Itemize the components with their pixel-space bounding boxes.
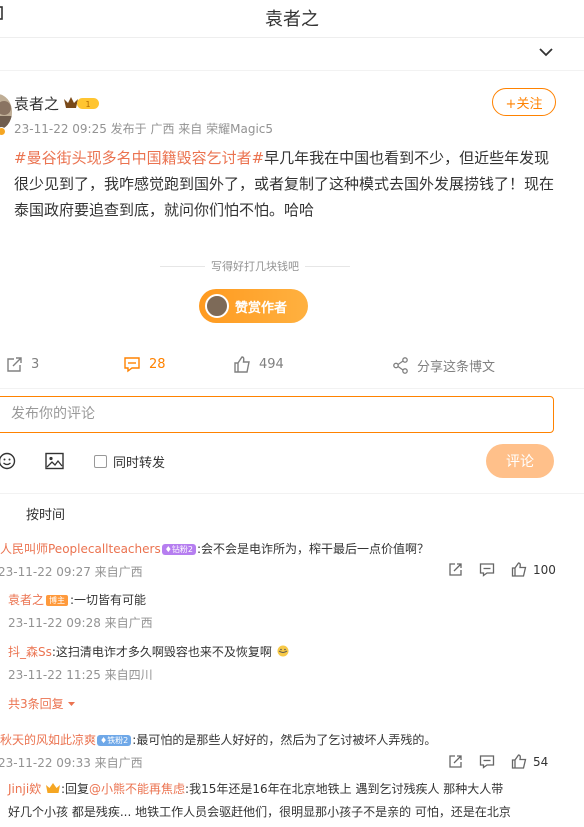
commenter-name[interactable]: 人民叫师Peoplecallteachers xyxy=(0,542,161,556)
more-replies-link[interactable]: 共3条回复 xyxy=(8,695,76,712)
commenter-name[interactable]: 袁者之 xyxy=(8,593,44,607)
reward-prompt-text: 写得好打几块钱吧 xyxy=(211,260,299,273)
comment-text: 人民叫师Peoplecallteachers ♦钻粉2:会不会是电诈所为，榨干最后… xyxy=(0,540,429,557)
sort-by-time-tab[interactable]: 按时间 xyxy=(26,504,65,523)
share-icon xyxy=(393,357,408,374)
like-button[interactable]: 494 xyxy=(233,356,284,373)
reply-text: 抖_森Ss:这扫清电诈才多久啊毁容也来不及恢复啊 xyxy=(8,643,290,660)
divider xyxy=(305,265,350,267)
repost-checkbox-label: 同时转发 xyxy=(113,456,166,471)
reply-meta: 23-11-22 09:28 来自广西 xyxy=(8,616,153,630)
reward-button-label: 赞赏作者 xyxy=(235,300,288,316)
thumbs-up-icon[interactable] xyxy=(511,754,527,769)
crown-badge-icon[interactable]: 1 xyxy=(63,95,101,111)
avatar xyxy=(205,294,229,318)
share-label: 分享这条博文 xyxy=(417,360,496,375)
comment-icon[interactable] xyxy=(479,754,495,769)
reply-meta: 23-11-22 11:25 来自四川 xyxy=(8,668,153,682)
reward-prompt: 写得好打几块钱吧 xyxy=(160,259,350,273)
comment-button[interactable]: 28 xyxy=(123,356,166,373)
comment-body: :最可怕的是那些人好好的，然后为了乞讨被坏人弄残的。 xyxy=(132,733,437,747)
divider xyxy=(160,265,205,267)
comment-count: 28 xyxy=(149,357,166,372)
repost-icon[interactable] xyxy=(448,562,463,577)
reply-prefix: :回复 xyxy=(60,782,90,796)
divider xyxy=(0,388,584,389)
comment-text: 秋天的风如此凉爽 ♦铁粉2:最可怕的是那些人好好的，然后为了乞讨被坏人弄残的。 xyxy=(0,731,436,748)
reply-body: :这扫清电诈才多久啊毁容也来不及恢复啊 xyxy=(51,645,272,659)
hashtag-link[interactable]: #曼谷街头现多名中国籍毁容乞讨者# xyxy=(14,149,264,167)
like-count: 494 xyxy=(259,357,284,372)
crown-badge-icon xyxy=(45,782,61,796)
mention-link[interactable]: @小熊不能再焦虑 xyxy=(89,782,185,796)
comment-like-count: 54 xyxy=(533,754,549,769)
top-bar: 袁者之 xyxy=(0,0,584,38)
share-button[interactable]: 分享这条博文 xyxy=(393,356,495,375)
follow-button[interactable]: +关注 xyxy=(492,88,556,116)
comment-icon xyxy=(124,357,140,373)
repost-button[interactable]: 3 xyxy=(6,356,39,373)
fan-badge: ♦铁粉2 xyxy=(97,735,132,746)
comment-meta: 23-11-22 09:27 来自广西 xyxy=(0,565,143,579)
chevron-down-icon[interactable] xyxy=(538,42,554,62)
verified-badge-icon xyxy=(0,127,6,136)
comment-like-count: 100 xyxy=(533,562,556,577)
thumbs-up-icon[interactable] xyxy=(511,562,527,577)
comment-input[interactable]: 发布你的评论 xyxy=(0,396,554,433)
thumbs-up-icon xyxy=(234,356,250,373)
comment-meta: 23-11-22 09:33 来自广西 xyxy=(0,756,143,770)
submit-comment-button[interactable]: 评论 xyxy=(486,444,554,478)
repost-checkbox[interactable]: 同时转发 xyxy=(94,452,165,471)
comment-actions: 54 xyxy=(440,754,548,769)
emoji-icon[interactable] xyxy=(0,452,16,474)
reply-text: Jinji欸 :回复@小熊不能再焦虑:我15年还是16年在北京地铁上 遇到乞讨残… xyxy=(8,780,503,797)
fan-badge: ♦钻粉2 xyxy=(161,544,196,555)
caret-down-icon xyxy=(68,702,76,706)
blogger-badge: 博主 xyxy=(46,595,69,606)
reply-text-continued: 好几个小孩 都是残疾... 地铁工作人员会驱赶他们，很明显那小孩子不是亲的 可怕… xyxy=(8,805,511,819)
reward-author-button[interactable]: 赞赏作者 xyxy=(199,289,308,323)
svg-text:1: 1 xyxy=(85,100,90,109)
image-icon[interactable] xyxy=(45,452,64,474)
comment-icon[interactable] xyxy=(479,562,495,577)
comment-actions: 100 xyxy=(440,562,556,577)
reply-body: :我15年还是16年在北京地铁上 遇到乞讨残疾人 那种大人带 xyxy=(185,782,504,796)
emoji-icon xyxy=(272,645,290,659)
repost-count: 3 xyxy=(31,357,40,372)
commenter-name[interactable]: 抖_森Ss xyxy=(8,645,52,659)
repost-icon[interactable] xyxy=(448,754,463,769)
commenter-name[interactable]: Jinji欸 xyxy=(8,782,41,796)
reply-body: :一切皆有可能 xyxy=(70,593,147,607)
more-replies-label: 共3条回复 xyxy=(8,697,64,711)
post-author-name[interactable]: 袁者之 xyxy=(14,93,59,114)
post-text: #曼谷街头现多名中国籍毁容乞讨者#早几年我在中国也看到不少，但近些年发现很少见到… xyxy=(14,145,554,223)
post-meta: 23-11-22 09:25 发布于 广西 来自 荣耀Magic5 xyxy=(14,122,274,136)
checkbox-icon[interactable] xyxy=(94,455,107,468)
avatar[interactable] xyxy=(0,94,12,130)
repost-icon xyxy=(7,357,22,372)
commenter-name[interactable]: 秋天的风如此凉爽 xyxy=(0,733,96,747)
reply-text: 袁者之 博主:一切皆有可能 xyxy=(8,591,146,608)
comment-body: :会不会是电诈所为，榨干最后一点价值啊？ xyxy=(196,542,430,556)
divider xyxy=(0,493,584,494)
divider xyxy=(0,70,584,71)
page-title: 袁者之 xyxy=(265,9,319,30)
